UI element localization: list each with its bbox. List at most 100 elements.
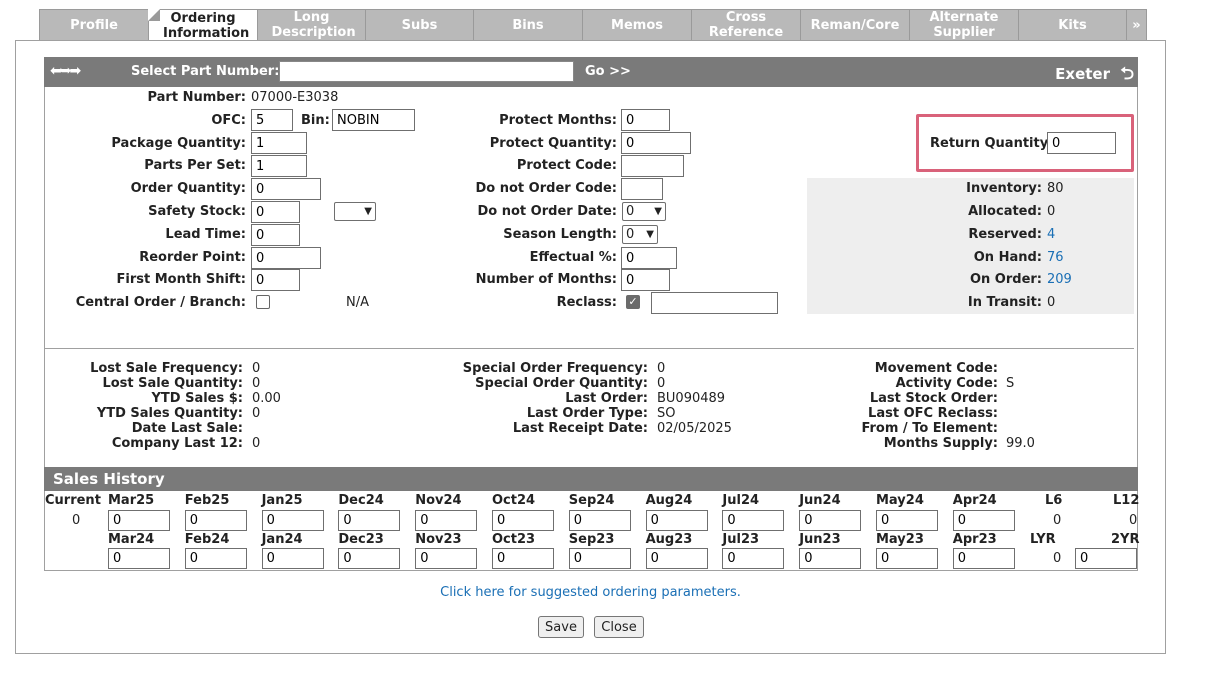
month-sales-field[interactable] <box>568 510 631 531</box>
month-sales-field[interactable] <box>952 548 1015 569</box>
on-order-link[interactable]: 209 <box>1047 272 1072 287</box>
safety-stock-select[interactable]: ▼ <box>334 202 376 221</box>
season-length-select[interactable]: 0 ▼ <box>622 225 658 244</box>
tab-bins[interactable]: Bins <box>473 9 583 41</box>
month-sales-field[interactable] <box>184 548 247 569</box>
tab-long-description[interactable]: Long Description <box>257 9 366 41</box>
bin-field[interactable] <box>332 109 415 131</box>
return-quantity-field[interactable] <box>1047 132 1116 154</box>
month-sales-field[interactable] <box>415 548 478 569</box>
month-sales-field[interactable] <box>261 510 324 531</box>
inventory-value: 80 <box>1047 181 1064 196</box>
reclass-field[interactable] <box>651 292 778 314</box>
tab-more-chevron[interactable]: » <box>1126 9 1147 41</box>
on-hand-link[interactable]: 76 <box>1047 250 1064 265</box>
tab-label: Alternate Supplier <box>929 10 999 40</box>
l6-value: 0 <box>1053 513 1062 528</box>
month-sales-field[interactable] <box>338 510 401 531</box>
safety-stock-field[interactable] <box>251 201 300 223</box>
month-sales-field[interactable] <box>799 510 862 531</box>
month-sales-field[interactable] <box>645 510 708 531</box>
protect-months-label: Protect Months: <box>499 113 617 128</box>
month-sales-field[interactable] <box>876 548 938 569</box>
month-sales-field[interactable] <box>492 548 554 569</box>
month-sales-field[interactable] <box>338 548 401 569</box>
ofc-field[interactable] <box>251 109 293 131</box>
2yr-field[interactable] <box>1075 548 1137 569</box>
stat-label: Date Last Sale: <box>131 421 243 436</box>
save-button[interactable]: Save <box>538 616 584 638</box>
stat-label: Movement Code: <box>874 361 998 376</box>
first-month-shift-field[interactable] <box>251 269 300 291</box>
month-sales-field[interactable] <box>722 510 785 531</box>
month-sales-field[interactable] <box>952 510 1015 531</box>
month-sales-field[interactable] <box>492 510 554 531</box>
tab-cross-reference[interactable]: Cross Reference <box>691 9 801 41</box>
tab-memos[interactable]: Memos <box>582 9 692 41</box>
month-label: Oct23 <box>492 532 536 547</box>
reorder-point-field[interactable] <box>251 247 321 269</box>
central-order-checkbox[interactable] <box>256 295 270 309</box>
month-label: Apr23 <box>952 532 997 547</box>
tab-kits[interactable]: Kits <box>1018 9 1127 41</box>
month-sales-field[interactable] <box>184 510 247 531</box>
tab-profile[interactable]: Profile <box>39 9 149 41</box>
safety-stock-label: Safety Stock: <box>148 204 246 219</box>
tab-reman-core[interactable]: Reman/Core <box>800 9 910 41</box>
month-label: Jun24 <box>799 493 841 508</box>
stat-label: Activity Code: <box>895 376 998 391</box>
month-sales-field[interactable] <box>799 548 862 569</box>
suggested-parameters-link[interactable]: Click here for suggested ordering parame… <box>440 585 741 600</box>
bin-label: Bin: <box>301 113 330 128</box>
reserved-link[interactable]: 4 <box>1047 227 1055 242</box>
protect-quantity-field[interactable] <box>621 132 691 154</box>
lead-time-field[interactable] <box>251 224 300 246</box>
month-sales-field[interactable] <box>722 548 785 569</box>
protect-code-field[interactable] <box>621 155 684 177</box>
number-of-months-field[interactable] <box>621 269 670 291</box>
allocated-value: 0 <box>1047 204 1056 219</box>
part-number-label: Part Number: <box>147 90 246 105</box>
allocated-label: Allocated: <box>968 204 1042 219</box>
package-quantity-label: Package Quantity: <box>111 136 246 151</box>
month-label: Jan24 <box>261 532 303 547</box>
reclass-checkbox[interactable]: ✓ <box>626 295 640 309</box>
month-sales-field[interactable] <box>261 548 324 569</box>
month-sales-field[interactable] <box>568 548 631 569</box>
in-transit-value: 0 <box>1047 295 1056 310</box>
month-sales-field[interactable] <box>645 548 708 569</box>
do-not-order-code-field[interactable] <box>621 178 663 200</box>
month-label: Feb25 <box>184 493 230 508</box>
do-not-order-date-label: Do not Order Date: <box>477 204 618 219</box>
stat-value: 0 <box>657 361 666 376</box>
tab-subs[interactable]: Subs <box>365 9 474 41</box>
package-quantity-field[interactable] <box>251 132 307 154</box>
order-quantity-field[interactable] <box>251 178 321 200</box>
month-sales-field[interactable] <box>108 510 170 531</box>
return-arrow-icon[interactable]: ⮌ <box>1120 61 1134 90</box>
go-button[interactable]: Go >> <box>585 64 631 79</box>
stat-value: 99.0 <box>1006 436 1035 451</box>
month-label: Jan25 <box>261 493 303 508</box>
part-number-input[interactable] <box>279 61 574 82</box>
protect-quantity-label: Protect Quantity: <box>489 136 617 151</box>
month-sales-field[interactable] <box>108 548 170 569</box>
month-label: Jul23 <box>722 532 760 547</box>
stat-label: Last Receipt Date: <box>512 421 648 436</box>
stat-label: Last Order Type: <box>526 406 648 421</box>
month-sales-field[interactable] <box>876 510 938 531</box>
effectual-field[interactable] <box>621 247 677 269</box>
parts-per-set-field[interactable] <box>251 155 307 177</box>
close-button[interactable]: Close <box>594 616 644 638</box>
month-sales-field[interactable] <box>415 510 478 531</box>
month-label: Apr24 <box>952 493 997 508</box>
tab-ordering-information[interactable]: Ordering Information <box>148 9 258 42</box>
do-not-order-date-select[interactable]: 0 ▼ <box>622 202 666 221</box>
tab-alternate-supplier[interactable]: Alternate Supplier <box>909 9 1019 41</box>
chevron-down-icon: ▼ <box>654 206 662 217</box>
month-label: Feb24 <box>184 532 230 547</box>
protect-months-field[interactable] <box>621 109 670 131</box>
lyr-label: LYR <box>1030 532 1056 547</box>
stat-value: BU090489 <box>657 391 726 406</box>
nav-arrows-icon[interactable]: ⬅➥➡ <box>50 63 81 79</box>
